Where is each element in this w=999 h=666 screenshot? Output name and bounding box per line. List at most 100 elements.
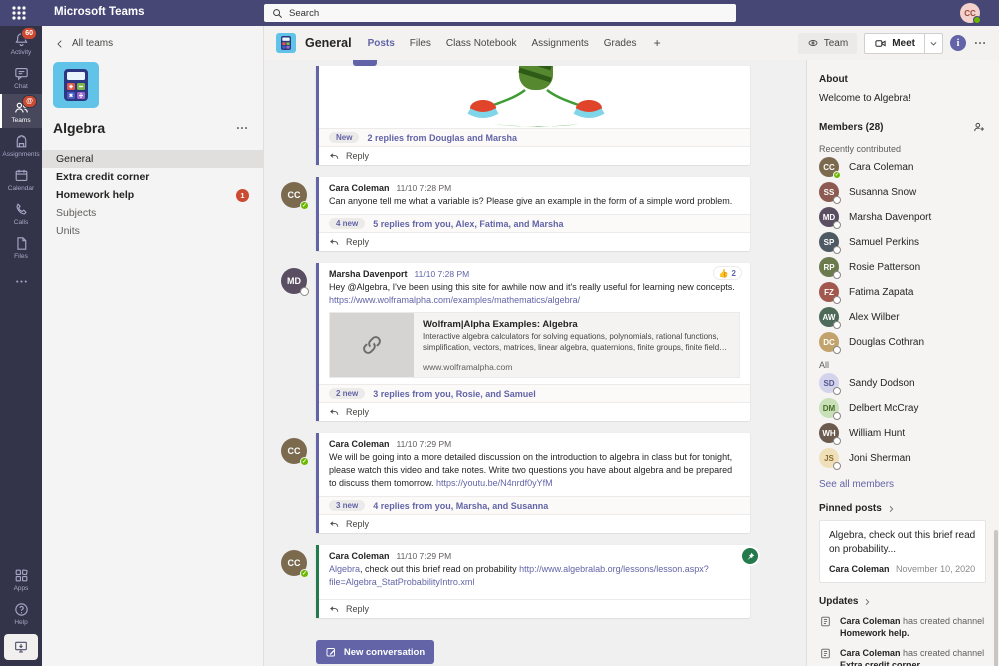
channel-subjects[interactable]: Subjects [42, 204, 263, 222]
avatar-marsha-davenport[interactable]: MD [281, 268, 307, 294]
download-desktop-app-button[interactable] [4, 634, 38, 660]
presence-offline-icon [833, 221, 841, 229]
members-heading: Members (28) [819, 122, 883, 133]
header-actions: Team Meet i [798, 33, 987, 54]
message-timestamp: 11/10 7:29 PM [397, 551, 452, 561]
reply-button[interactable]: Reply [319, 514, 750, 533]
team-logo-algebra[interactable] [53, 62, 99, 108]
search-input[interactable]: Search [264, 4, 736, 22]
member-susanna-snow[interactable]: SS Susanna Snow [819, 180, 986, 204]
rail-item-more[interactable] [0, 264, 42, 298]
presence-offline-icon [833, 296, 841, 304]
youtube-link[interactable]: https://youtu.be/N4nrdf0yYfM [436, 478, 553, 488]
presence-offline-icon [833, 271, 841, 279]
message-author[interactable]: Cara Coleman [329, 183, 390, 193]
thumbs-up-reaction[interactable]: 👍 2 [713, 266, 742, 280]
tab-posts[interactable]: Posts [368, 38, 395, 49]
channel-general[interactable]: General [42, 150, 263, 168]
reply-summary-link[interactable]: 3 replies from you, Rosie, and Samuel [373, 389, 536, 399]
channel-units[interactable]: Units [42, 222, 263, 240]
waffle-menu-icon[interactable] [11, 5, 27, 21]
reply-summary-link[interactable]: 2 replies from Douglas and Marsha [367, 133, 517, 143]
pinned-post-icon [742, 548, 758, 564]
tab-class-notebook[interactable]: Class Notebook [446, 38, 517, 49]
rail-item-help[interactable]: Help [0, 596, 42, 630]
rail-item-calls[interactable]: Calls [0, 196, 42, 230]
meet-button[interactable]: Meet [864, 33, 925, 54]
member-douglas-cothran[interactable]: DC Douglas Cothran [819, 330, 986, 354]
reply-button[interactable]: Reply [319, 146, 750, 165]
pinned-posts-header[interactable]: Pinned posts [819, 503, 986, 514]
search-icon [272, 8, 283, 19]
wolfram-link[interactable]: https://www.wolframalpha.com/examples/ma… [329, 294, 740, 307]
avatar: MD [819, 207, 839, 227]
search-placeholder: Search [289, 8, 319, 19]
gif-image[interactable] [319, 66, 750, 128]
profile-avatar[interactable]: CC [960, 3, 980, 23]
reply-summary-band: 3 new 4 replies from you, Marsha, and Su… [319, 496, 750, 514]
message-author[interactable]: Marsha Davenport [329, 269, 408, 279]
reply-summary-link[interactable]: 5 replies from you, Alex, Fatima, and Ma… [373, 219, 563, 229]
rail-item-files[interactable]: Files [0, 230, 42, 264]
member-william-hunt[interactable]: WH William Hunt [819, 421, 986, 445]
reply-button[interactable]: Reply [319, 599, 750, 618]
message-author[interactable]: Cara Coleman [329, 439, 390, 449]
pinned-post-card[interactable]: Algebra, check out this brief read on pr… [819, 520, 986, 583]
avatar-cara-coleman[interactable]: CC ✓ [281, 438, 307, 464]
avatar-cara-coleman[interactable]: CC ✓ [281, 550, 307, 576]
teams-app-window: Microsoft Teams Search CC 60 Activity Ch… [0, 0, 999, 666]
app-rail: 60 Activity Chat @ Teams Assignments Cal… [0, 26, 42, 666]
posts-feed[interactable]: New 2 replies from Douglas and Marsha Re… [264, 60, 806, 666]
team-visibility-button[interactable]: Team [798, 33, 857, 54]
about-heading: About [819, 74, 986, 85]
all-teams-back-link[interactable]: All teams [55, 38, 113, 49]
member-sandy-dodson[interactable]: SD Sandy Dodson [819, 371, 986, 395]
rail-item-apps[interactable]: Apps [0, 562, 42, 596]
tab-files[interactable]: Files [410, 38, 431, 49]
team-name-row: Algebra [53, 120, 253, 136]
link-preview-card[interactable]: Wolfram|Alpha Examples: Algebra Interact… [329, 312, 740, 378]
activity-badge: 60 [21, 27, 37, 40]
avatar: SS [819, 182, 839, 202]
tab-assignments[interactable]: Assignments [532, 38, 589, 49]
chevron-left-icon [55, 39, 65, 49]
update-channel-created[interactable]: Cara Coleman has created channel Homewor… [819, 615, 986, 639]
header-more-options[interactable] [973, 36, 987, 50]
rail-item-chat[interactable]: Chat [0, 60, 42, 94]
add-tab-button[interactable]: + [654, 36, 661, 50]
update-channel-created[interactable]: Cara Coleman has created channel Extra c… [819, 647, 986, 666]
reply-button[interactable]: Reply [319, 402, 750, 421]
team-mention[interactable]: Algebra [329, 564, 360, 574]
about-text: Welcome to Algebra! [819, 93, 986, 104]
channel-team-logo [276, 33, 296, 53]
rail-item-assignments[interactable]: Assignments [0, 128, 42, 162]
team-more-options-icon[interactable] [231, 121, 253, 135]
message-author[interactable]: Cara Coleman [329, 551, 390, 561]
see-all-members-link[interactable]: See all members [819, 479, 986, 490]
member-fatima-zapata[interactable]: FZ Fatima Zapata [819, 280, 986, 304]
member-alex-wilber[interactable]: AW Alex Wilber [819, 305, 986, 329]
member-delbert-mccray[interactable]: DM Delbert McCray [819, 396, 986, 420]
new-conversation-button[interactable]: New conversation [316, 640, 434, 664]
reply-button[interactable]: Reply [319, 232, 750, 251]
link-preview-thumbnail [330, 313, 414, 377]
rail-item-activity[interactable]: 60 Activity [0, 26, 42, 60]
channel-title: General [305, 36, 352, 50]
tab-grades[interactable]: Grades [604, 38, 637, 49]
channel-extra-credit-corner[interactable]: Extra credit corner [42, 168, 263, 186]
member-marsha-davenport[interactable]: MD Marsha Davenport [819, 205, 986, 229]
rail-item-teams[interactable]: @ Teams [0, 94, 42, 128]
rail-item-calendar[interactable]: Calendar [0, 162, 42, 196]
channel-homework-help[interactable]: Homework help 1 [42, 186, 263, 204]
channel-info-button[interactable]: i [950, 35, 966, 51]
updates-header[interactable]: Updates [819, 596, 986, 607]
meet-dropdown-button[interactable] [925, 33, 943, 54]
add-member-icon[interactable] [972, 120, 986, 134]
member-samuel-perkins[interactable]: SP Samuel Perkins [819, 230, 986, 254]
member-cara-coleman[interactable]: CC✓ Cara Coleman [819, 155, 986, 179]
member-joni-sherman[interactable]: JS Joni Sherman [819, 446, 986, 470]
scrollbar-thumb[interactable] [994, 530, 998, 666]
reply-summary-link[interactable]: 4 replies from you, Marsha, and Susanna [373, 501, 548, 511]
avatar-cara-coleman[interactable]: CC ✓ [281, 182, 307, 208]
member-rosie-patterson[interactable]: RP Rosie Patterson [819, 255, 986, 279]
